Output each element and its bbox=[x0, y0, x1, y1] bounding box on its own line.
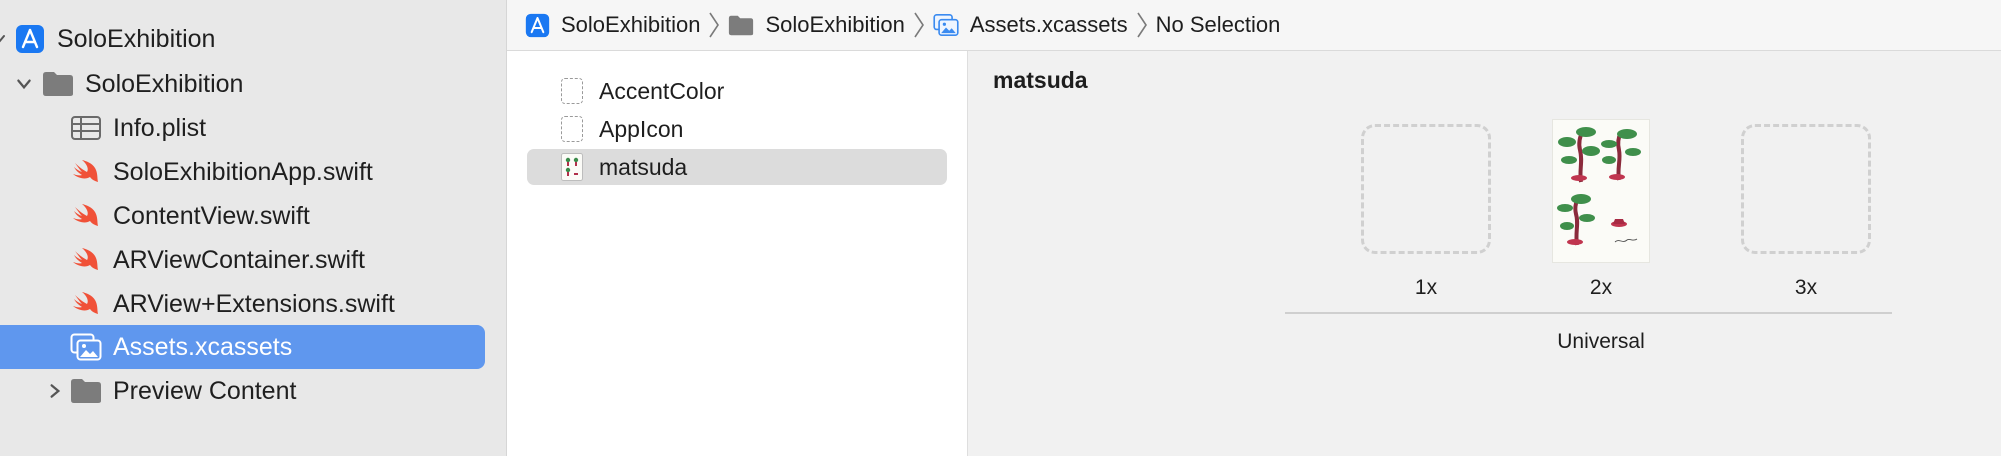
group-divider bbox=[1285, 312, 1892, 314]
navigator-file-row[interactable]: ARViewContainer.swift bbox=[0, 238, 485, 282]
asset-catalog-icon bbox=[70, 332, 102, 362]
navigator-file-row[interactable]: SoloExhibitionApp.swift bbox=[0, 150, 485, 194]
app-icon-set-icon bbox=[560, 115, 584, 143]
folder-icon bbox=[42, 69, 74, 99]
breadcrumb-selection[interactable]: No Selection bbox=[1156, 12, 1281, 38]
breadcrumb-asset-catalog[interactable]: Assets.xcassets bbox=[933, 12, 1128, 38]
swift-icon bbox=[70, 289, 102, 319]
breadcrumb-label: SoloExhibition bbox=[765, 12, 905, 37]
asset-label: AppIcon bbox=[599, 115, 684, 142]
chevron-right-icon[interactable] bbox=[44, 380, 66, 402]
navigator-group-row[interactable]: Preview Content bbox=[0, 369, 485, 413]
project-navigator: SoloExhibition SoloExhibition Info.plist… bbox=[0, 0, 507, 456]
swift-icon bbox=[70, 201, 102, 231]
group-name: Preview Content bbox=[113, 376, 297, 405]
breadcrumb-label: Assets.xcassets bbox=[969, 12, 1128, 37]
asset-label: AccentColor bbox=[599, 77, 725, 104]
asset-row-selected[interactable]: matsuda bbox=[527, 149, 947, 185]
navigator-project-row[interactable]: SoloExhibition bbox=[0, 17, 485, 61]
folder-icon bbox=[728, 12, 754, 38]
chevron-down-icon[interactable] bbox=[0, 28, 10, 50]
slot-label-1x: 1x bbox=[1414, 276, 1438, 299]
xcode-project-icon bbox=[14, 24, 46, 54]
chevron-right-icon bbox=[1136, 11, 1148, 39]
slot-label-2x: 2x bbox=[1589, 276, 1613, 299]
asset-catalog-icon bbox=[933, 12, 959, 38]
breadcrumb-group[interactable]: SoloExhibition bbox=[728, 12, 905, 38]
swift-icon bbox=[70, 245, 102, 275]
asset-label: matsuda bbox=[599, 153, 688, 180]
folder-icon bbox=[70, 376, 102, 406]
file-label: ARViewContainer.swift bbox=[113, 245, 365, 274]
file-label: SoloExhibitionApp.swift bbox=[113, 157, 373, 186]
jump-bar: SoloExhibition SoloExhibition Assets.xca… bbox=[507, 0, 2001, 51]
table-icon bbox=[70, 113, 102, 143]
image-set-title: matsuda bbox=[993, 67, 1088, 93]
file-label: Info.plist bbox=[113, 113, 207, 142]
breadcrumb-project[interactable]: SoloExhibition bbox=[524, 12, 700, 38]
navigator-file-row[interactable]: ContentView.swift bbox=[0, 194, 485, 238]
chevron-right-icon bbox=[913, 11, 925, 39]
asset-list: AccentColor AppIcon matsuda bbox=[507, 51, 968, 456]
image-set-editor: matsuda 1x 2x 3x Universal bbox=[968, 51, 2001, 456]
image-slot-2x-artwork[interactable] bbox=[1553, 120, 1649, 262]
navigator-file-row-selected[interactable]: Assets.xcassets bbox=[0, 325, 485, 369]
color-set-icon bbox=[560, 77, 584, 105]
asset-row[interactable]: AccentColor bbox=[527, 73, 947, 109]
file-label: ARView+Extensions.swift bbox=[113, 289, 395, 318]
xcode-project-icon bbox=[524, 12, 550, 38]
file-label: Assets.xcassets bbox=[113, 332, 293, 361]
image-slot-3x[interactable] bbox=[1741, 124, 1871, 254]
chevron-down-icon[interactable] bbox=[13, 73, 35, 95]
asset-row[interactable]: AppIcon bbox=[527, 111, 947, 147]
navigator-group-row[interactable]: SoloExhibition bbox=[0, 62, 485, 106]
image-slot-1x[interactable] bbox=[1361, 124, 1491, 254]
breadcrumb-label: SoloExhibition bbox=[561, 12, 701, 37]
chevron-right-icon bbox=[708, 11, 720, 39]
group-name: SoloExhibition bbox=[85, 69, 244, 98]
slot-label-3x: 3x bbox=[1794, 276, 1818, 299]
file-label: ContentView.swift bbox=[113, 201, 310, 230]
navigator-file-row[interactable]: Info.plist bbox=[0, 106, 485, 150]
project-name: SoloExhibition bbox=[57, 24, 216, 53]
navigator-file-row[interactable]: ARView+Extensions.swift bbox=[0, 282, 485, 326]
swift-icon bbox=[70, 157, 102, 187]
device-group-label: Universal bbox=[1557, 330, 1645, 353]
image-set-icon bbox=[560, 153, 584, 181]
breadcrumb-label: No Selection bbox=[1155, 12, 1281, 37]
